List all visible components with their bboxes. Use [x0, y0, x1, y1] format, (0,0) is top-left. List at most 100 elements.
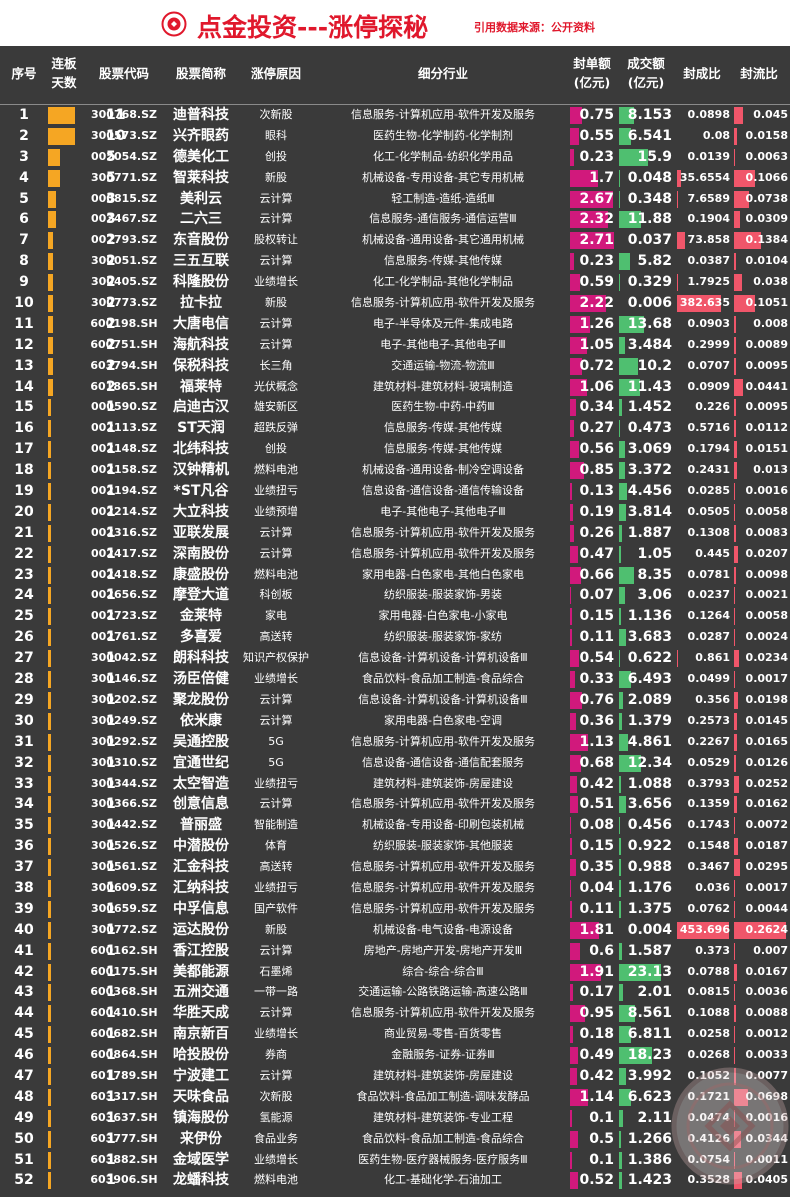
seal-ratio-value: 7.6589 [687, 191, 730, 205]
seal-float-value: 0.0012 [745, 1027, 788, 1041]
stock-code: 600162.SH [90, 943, 158, 957]
consecutive-days: 1 [48, 1024, 116, 1045]
limit-up-reason: 业绩增长 [254, 1152, 298, 1166]
turnover-value: 0.006 [627, 295, 672, 312]
stock-name: 海航科技 [173, 336, 229, 353]
seal-ratio-value: 0.0285 [687, 484, 730, 498]
seal-float-value: 0.0089 [745, 337, 788, 351]
turnover-value: 1.088 [627, 775, 672, 792]
industry: 信息设备-通信设备-通信配套服务 [362, 755, 524, 769]
seal-ratio-value: 0.0909 [687, 379, 730, 393]
seal-ratio-value: 0.445 [695, 546, 730, 560]
consecutive-days: 5 [48, 168, 116, 189]
limit-up-reason: 股权转让 [254, 233, 298, 247]
seal-amount-value: 0.42 [579, 775, 614, 792]
seal-amount-value: 0.15 [579, 608, 614, 625]
seal-amount-value: 0.72 [579, 357, 614, 374]
row-index: 43 [14, 984, 34, 1001]
industry: 信息服务-传媒-其他传媒 [384, 254, 502, 268]
industry: 化工-化学制品-纺织化学用品 [373, 149, 513, 163]
turnover-value: 10.2 [637, 357, 672, 374]
consecutive-days: 1 [48, 439, 116, 460]
row-index: 46 [14, 1047, 34, 1064]
col-header-name: 股票简称 [175, 66, 226, 81]
seal-ratio-value: 0.1548 [687, 839, 730, 853]
limit-up-reason: 石墨烯 [259, 964, 293, 978]
stock-code: 002417.SZ [91, 546, 157, 560]
stock-code: 600368.SH [90, 985, 158, 999]
industry: 建筑材料-建筑装饰-专业工程 [373, 1110, 513, 1124]
seal-amount-value: 0.13 [579, 483, 614, 500]
consecutive-days: 1 [48, 857, 116, 878]
stock-code: 002148.SZ [91, 442, 157, 456]
industry: 信息服务-计算机应用-软件开发及服务 [351, 1006, 535, 1020]
table-row: 26 1 002761.SZ 多喜爱 高送转 纺织服装-服装家饰-家纺 0.11 3.683 0… [0, 627, 790, 648]
seal-float-value: 0.1051 [745, 296, 788, 310]
limit-up-reason: 食品业务 [254, 1131, 298, 1145]
stock-code: 300366.SZ [91, 797, 157, 811]
limit-up-reason: 高送转 [259, 860, 293, 874]
industry: 机械设备-通用设备-其它通用机械 [362, 233, 524, 247]
limit-up-reason: 国产软件 [254, 901, 298, 915]
seal-amount-value: 0.55 [579, 127, 614, 144]
row-index: 49 [14, 1109, 34, 1126]
table-row: 3 5 002054.SZ 德美化工 创投 化工-化学制品-纺织化学用品 0.23 15.9 0… [0, 147, 790, 168]
table-row: 1 11 300768.SZ 迪普科技 次新股 信息服务-计算机应用-软件开发及服务 0.7… [0, 105, 790, 126]
turnover-value: 8.561 [627, 1005, 672, 1022]
seal-amount-value: 0.23 [579, 148, 614, 165]
limit-up-reason: 业绩增长 [254, 275, 298, 289]
stock-code: 603794.SH [90, 358, 158, 372]
stock-name: 天味食品 [173, 1088, 229, 1105]
industry: 家用电器-白色家电-其他白色家电 [362, 567, 524, 581]
turnover-value: 3.656 [627, 796, 672, 813]
stock-code: 000815.SZ [91, 191, 157, 205]
table-row: 16 1 002113.SZ ST天润 超跌反弹 信息服务-传媒-其他传媒 0.27 0.47… [0, 418, 790, 439]
consecutive-days: 1 [48, 1108, 116, 1129]
stock-name: 哈投股份 [173, 1047, 229, 1064]
consecutive-days: 2 [48, 272, 116, 293]
table-row: 7 2 002793.SZ 东音股份 股权转让 机械设备-通用设备-其它通用机械 2.71 0… [0, 230, 790, 251]
seal-float-value: 0.0151 [745, 442, 788, 456]
stock-name: 智莱科技 [173, 169, 229, 186]
limit-up-reason: 次新股 [259, 1089, 293, 1103]
seal-float-value: 0.0044 [745, 901, 788, 915]
limit-up-reason: 氢能源 [259, 1110, 293, 1124]
stock-code: 300344.SZ [91, 776, 157, 790]
stock-name: *ST凡谷 [173, 483, 229, 500]
seal-ratio-value: 0.0505 [687, 504, 730, 518]
stock-name: ST天润 [177, 420, 225, 437]
industry: 机械设备-电气设备-电源设备 [373, 922, 513, 936]
limit-up-reason: 云计算 [259, 546, 293, 560]
table-row: 5 3 000815.SZ 美利云 云计算 轻工制造-造纸-造纸Ⅲ 2.67 0.348 7.6… [0, 189, 790, 210]
seal-amount-value: 0.54 [579, 650, 614, 667]
stock-code: 600864.SH [90, 1048, 158, 1062]
row-index: 26 [14, 629, 34, 646]
seal-float-value: 0.0036 [745, 985, 788, 999]
seal-ratio-value: 0.356 [695, 692, 730, 706]
seal-amount-value: 0.68 [579, 754, 614, 771]
consecutive-days: 3 [48, 209, 116, 230]
industry: 食品饮料-食品加工制造-食品综合 [362, 672, 524, 686]
seal-float-value: 0.0017 [745, 672, 788, 686]
row-index: 47 [14, 1067, 34, 1084]
row-index: 25 [14, 608, 34, 625]
turnover-value: 8.35 [637, 566, 672, 583]
turnover-value: 6.623 [627, 1088, 672, 1105]
limit-up-reason: 智能制造 [254, 818, 298, 832]
industry: 食品饮料-食品加工制造-调味发酵品 [356, 1089, 530, 1103]
limit-up-reason: 雄安新区 [254, 400, 298, 414]
industry: 综合-综合-综合Ⅲ [402, 964, 484, 978]
industry: 机械设备-通用设备-制冷空调设备 [362, 463, 524, 477]
seal-ratio-value: 0.0387 [687, 254, 730, 268]
table-row: 45 1 600682.SH 南京新百 业绩增长 商业贸易-零售-百货零售 0.18 6.81… [0, 1024, 790, 1045]
stock-code: 002158.SZ [91, 463, 157, 477]
turnover-value: 0.037 [627, 232, 672, 249]
consecutive-days: 1 [48, 941, 116, 962]
turnover-value: 1.386 [627, 1151, 672, 1168]
stock-name: 东音股份 [173, 232, 229, 249]
row-index: 12 [14, 336, 34, 353]
seal-float-value: 0.0098 [745, 567, 788, 581]
industry: 信息服务-计算机应用-软件开发及服务 [351, 880, 535, 894]
limit-up-reason: 科创板 [259, 588, 293, 602]
seal-amount-value: 0.85 [579, 462, 614, 479]
